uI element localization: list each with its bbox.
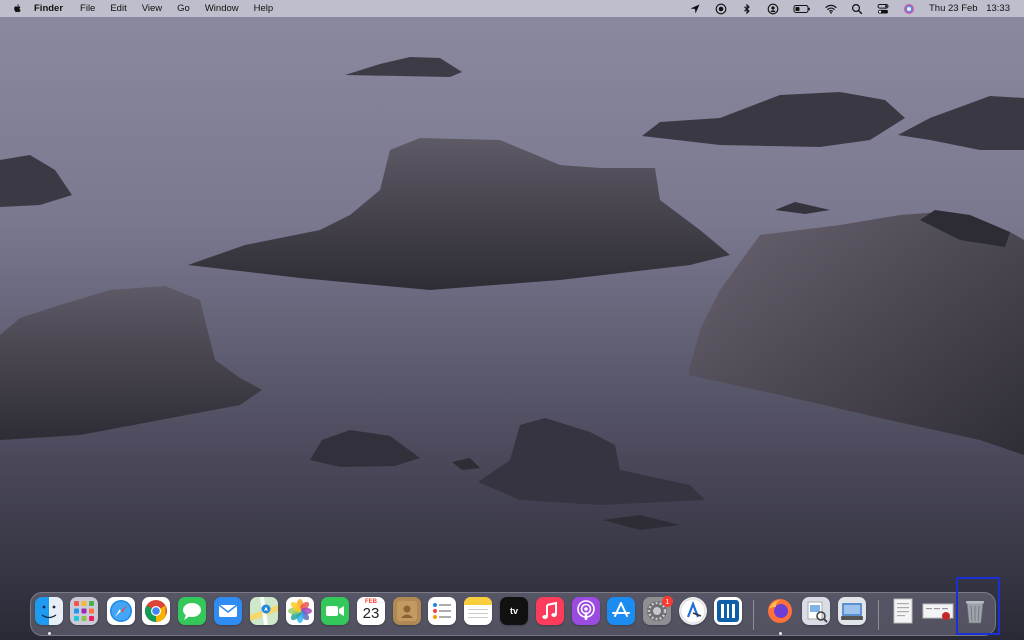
menu-window[interactable]: Window xyxy=(205,3,239,14)
clock-time: 13:33 xyxy=(986,3,1010,14)
selection-highlight xyxy=(956,577,1000,635)
finder-running-indicator xyxy=(48,632,51,635)
reminders-icon xyxy=(433,603,451,619)
dock-maps[interactable] xyxy=(250,597,278,625)
calendar-icon: FEB 23 xyxy=(357,597,385,625)
screen-record-icon[interactable] xyxy=(715,3,727,15)
location-icon[interactable] xyxy=(689,3,701,15)
dock-reminders[interactable] xyxy=(428,597,456,625)
dock-safari[interactable] xyxy=(107,597,135,625)
dock-calendar[interactable]: FEB 23 xyxy=(357,597,385,625)
parallels-icon xyxy=(717,600,739,622)
documents-stack-icon xyxy=(893,598,913,624)
menu-edit[interactable]: Edit xyxy=(110,3,126,14)
app-store-icon xyxy=(612,602,630,617)
firefox-running-indicator xyxy=(779,632,782,635)
dock-facetime[interactable] xyxy=(321,597,349,625)
firefox-icon xyxy=(768,599,792,623)
dock-app-store[interactable] xyxy=(607,597,635,625)
launchpad-icon xyxy=(74,601,94,621)
spotlight-search-icon[interactable] xyxy=(851,3,863,15)
dock-downloads-stack[interactable] xyxy=(922,597,954,625)
battery-icon[interactable] xyxy=(793,3,811,15)
menu-bar-left: Finder File Edit View Go Window Help xyxy=(0,0,288,17)
dock-separator xyxy=(753,600,754,630)
dock-instruments[interactable] xyxy=(679,597,707,625)
dock-tv[interactable]: tv xyxy=(500,597,528,625)
notes-icon xyxy=(464,597,492,618)
dock-finder[interactable] xyxy=(35,597,63,625)
clock-date: Thu 23 Feb xyxy=(928,3,978,14)
apple-tv-icon: tv xyxy=(509,606,518,616)
control-center-icon[interactable] xyxy=(877,3,889,15)
messages-icon xyxy=(183,603,201,620)
music-icon xyxy=(542,601,557,619)
dock-launchpad[interactable] xyxy=(70,597,98,625)
menu-bar: Finder File Edit View Go Window Help Thu… xyxy=(0,0,1024,17)
finder-icon xyxy=(35,597,63,625)
calendar-day: 23 xyxy=(362,605,380,622)
dock-contacts[interactable] xyxy=(393,597,421,625)
facetime-icon xyxy=(326,606,344,616)
dock-parallels[interactable] xyxy=(714,597,742,625)
menu-go[interactable]: Go xyxy=(177,3,190,14)
dock-firefox[interactable] xyxy=(766,597,794,625)
downloads-stack-icon xyxy=(922,603,954,620)
dock-separator-2 xyxy=(878,600,879,630)
menu-file[interactable]: File xyxy=(80,3,95,14)
user-icon[interactable] xyxy=(767,3,779,15)
safari-icon xyxy=(110,600,132,622)
maps-icon xyxy=(250,597,278,625)
photos-icon xyxy=(288,599,312,623)
dock-podcasts[interactable] xyxy=(572,597,600,625)
dock-mail[interactable] xyxy=(214,597,242,625)
preview-icon xyxy=(807,601,828,623)
menu-app-name[interactable]: Finder xyxy=(34,3,63,14)
siri-icon[interactable] xyxy=(903,3,915,15)
dock-photos[interactable] xyxy=(286,597,314,625)
dock-notes[interactable] xyxy=(464,597,492,625)
menu-help[interactable]: Help xyxy=(254,3,274,14)
dock-documents-stack[interactable] xyxy=(889,597,917,625)
system-preferences-badge: 1 xyxy=(662,596,673,607)
mail-icon xyxy=(218,604,238,617)
dock-preview[interactable] xyxy=(802,597,830,625)
menu-view[interactable]: View xyxy=(142,3,162,14)
apple-menu-icon[interactable] xyxy=(12,3,24,15)
image-capture-icon xyxy=(841,603,863,620)
bluetooth-icon[interactable] xyxy=(741,3,753,15)
chrome-icon xyxy=(145,600,167,622)
instruments-icon xyxy=(680,598,706,624)
contacts-icon xyxy=(397,601,417,621)
dock-chrome[interactable] xyxy=(142,597,170,625)
dock-image-capture[interactable] xyxy=(838,597,866,625)
dock-messages[interactable] xyxy=(178,597,206,625)
podcasts-icon xyxy=(577,600,595,620)
wifi-icon[interactable] xyxy=(825,3,837,15)
menu-bar-status-area: Thu 23 Feb 13:33 xyxy=(675,0,1024,17)
dock-music[interactable] xyxy=(536,597,564,625)
menu-bar-clock[interactable]: Thu 23 Feb 13:33 xyxy=(929,3,1010,14)
desktop-wallpaper xyxy=(0,0,1024,640)
